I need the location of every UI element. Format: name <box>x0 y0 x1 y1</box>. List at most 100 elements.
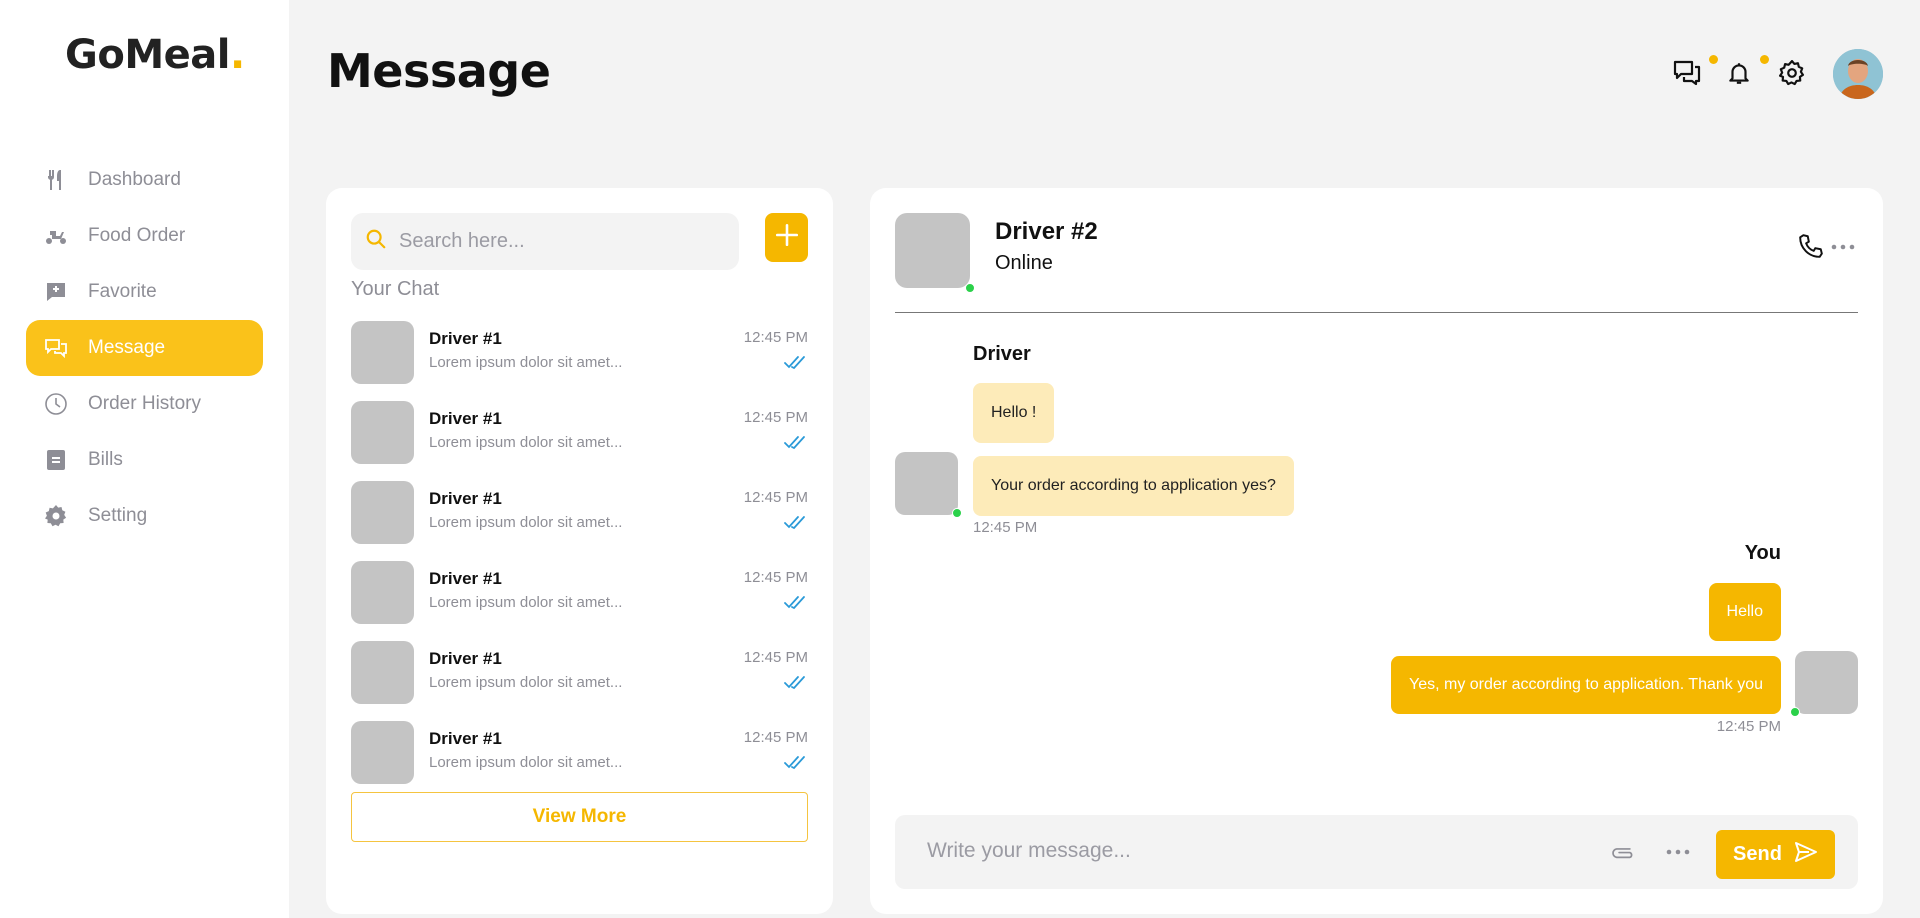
sidebar-item-label: Order History <box>88 393 201 414</box>
chat-avatar <box>351 641 414 704</box>
chat-name: Driver #1 <box>429 649 502 668</box>
message-input[interactable]: Write your message... <box>927 839 1131 863</box>
chat-list-item[interactable]: Driver #1 Lorem ipsum dolor sit amet... … <box>351 321 808 401</box>
send-button[interactable]: Send <box>1716 830 1835 879</box>
sidebar-item-food-order[interactable]: Food Order <box>26 208 263 264</box>
search-placeholder: Search here... <box>399 230 525 252</box>
sidebar: GoMeal. Dashboard Food Order Favorite Me… <box>0 0 289 918</box>
chat-time: 12:45 PM <box>743 729 808 746</box>
sidebar-item-label: Bills <box>88 449 123 470</box>
chat-time: 12:45 PM <box>743 329 808 346</box>
sidebar-item-favorite[interactable]: Favorite <box>26 264 263 320</box>
bill-icon <box>44 448 68 472</box>
sidebar-item-label: Dashboard <box>88 169 181 190</box>
chat-name: Driver #1 <box>429 409 502 428</box>
page-title: Message <box>327 44 551 98</box>
your-chat-heading: Your Chat <box>351 278 440 300</box>
chat-name: Driver #1 <box>429 489 502 508</box>
sidebar-item-label: Favorite <box>88 281 157 302</box>
sidebar-item-label: Food Order <box>88 225 186 246</box>
composer-more-icon[interactable] <box>1665 848 1691 856</box>
double-check-icon <box>784 436 805 450</box>
search-input[interactable]: Search here... <box>351 213 739 270</box>
bell-notification-dot <box>1760 55 1769 64</box>
online-indicator <box>952 508 962 518</box>
more-options-icon[interactable] <box>1830 243 1856 251</box>
messages-icon[interactable] <box>1672 58 1702 88</box>
logo[interactable]: GoMeal. <box>65 32 245 78</box>
user-message-avatar <box>1795 651 1858 714</box>
chat-time: 12:45 PM <box>743 409 808 426</box>
incoming-message-bubble: Hello ! <box>973 383 1055 443</box>
chat-avatar <box>351 721 414 784</box>
sidebar-item-dashboard[interactable]: Dashboard <box>26 152 263 208</box>
chat-list-item[interactable]: Driver #1 Lorem ipsum dolor sit amet... … <box>351 481 808 561</box>
sidebar-item-message[interactable]: Message <box>26 320 263 376</box>
chat-time: 12:45 PM <box>743 569 808 586</box>
chat-icon <box>44 336 68 360</box>
outgoing-sender-label: You <box>1744 542 1781 564</box>
outgoing-message-bubble: Hello <box>1708 583 1781 641</box>
chat-list-item[interactable]: Driver #1 Lorem ipsum dolor sit amet... … <box>351 641 808 721</box>
chat-preview: Lorem ipsum dolor sit amet... <box>429 434 623 451</box>
search-icon <box>365 228 387 255</box>
outgoing-message-bubble: Yes, my order according to application. … <box>1391 656 1781 714</box>
sidebar-item-label: Setting <box>88 505 148 526</box>
paperclip-icon[interactable] <box>1610 840 1638 866</box>
chat-list-item[interactable]: Driver #1 Lorem ipsum dolor sit amet... … <box>351 721 808 801</box>
messages-notification-dot <box>1709 55 1718 64</box>
contact-name: Driver #2 <box>995 218 1098 245</box>
sidebar-item-setting[interactable]: Setting <box>26 488 263 544</box>
chat-preview: Lorem ipsum dolor sit amet... <box>429 754 623 771</box>
chat-time: 12:45 PM <box>743 649 808 666</box>
sidebar-nav: Dashboard Food Order Favorite Message Or… <box>26 152 263 544</box>
chat-avatar <box>351 481 414 544</box>
chat-list-item[interactable]: Driver #1 Lorem ipsum dolor sit amet... … <box>351 561 808 641</box>
user-avatar[interactable] <box>1833 49 1883 99</box>
double-check-icon <box>784 516 805 530</box>
incoming-message-bubble: Your order according to application yes? <box>973 456 1294 516</box>
new-chat-button[interactable] <box>765 213 808 262</box>
chat-name: Driver #1 <box>429 569 502 588</box>
online-indicator <box>1790 707 1800 717</box>
utensils-icon <box>44 168 68 192</box>
send-label: Send <box>1733 843 1782 865</box>
message-composer: Write your message... Send <box>895 815 1858 889</box>
chat-name: Driver #1 <box>429 729 502 748</box>
sidebar-item-bills[interactable]: Bills <box>26 432 263 488</box>
outgoing-message-time: 12:45 PM <box>1716 718 1781 735</box>
incoming-sender-label: Driver <box>973 343 1031 365</box>
favorite-message-icon <box>44 280 68 304</box>
chat-preview: Lorem ipsum dolor sit amet... <box>429 354 623 371</box>
chat-preview: Lorem ipsum dolor sit amet... <box>429 514 623 531</box>
chat-preview: Lorem ipsum dolor sit amet... <box>429 594 623 611</box>
conversation-panel: Driver #2 Online Driver Hello ! Your ord… <box>870 188 1883 914</box>
chat-list-panel: Search here... Your Chat Driver #1 Lorem… <box>326 188 833 914</box>
view-more-button[interactable]: View More <box>351 792 808 842</box>
bell-icon[interactable] <box>1724 58 1754 88</box>
double-check-icon <box>784 756 805 770</box>
driver-avatar <box>895 452 958 515</box>
gear-icon <box>44 504 68 528</box>
settings-gear-icon[interactable] <box>1777 58 1807 88</box>
chat-avatar <box>351 321 414 384</box>
chat-avatar <box>351 561 414 624</box>
send-icon <box>1794 840 1818 870</box>
double-check-icon <box>784 356 805 370</box>
logo-dot: . <box>229 32 245 78</box>
contact-status: Online <box>995 252 1053 274</box>
scooter-icon <box>44 224 68 248</box>
chat-list: Driver #1 Lorem ipsum dolor sit amet... … <box>351 321 808 801</box>
phone-icon[interactable] <box>1798 233 1824 259</box>
chat-list-item[interactable]: Driver #1 Lorem ipsum dolor sit amet... … <box>351 401 808 481</box>
chat-avatar <box>351 401 414 464</box>
online-indicator <box>965 283 975 293</box>
double-check-icon <box>784 596 805 610</box>
double-check-icon <box>784 676 805 690</box>
sidebar-item-order-history[interactable]: Order History <box>26 376 263 432</box>
chat-name: Driver #1 <box>429 329 502 348</box>
header-divider <box>895 312 1858 313</box>
contact-avatar[interactable] <box>895 213 970 288</box>
sidebar-item-label: Message <box>88 337 166 358</box>
chat-preview: Lorem ipsum dolor sit amet... <box>429 674 623 691</box>
